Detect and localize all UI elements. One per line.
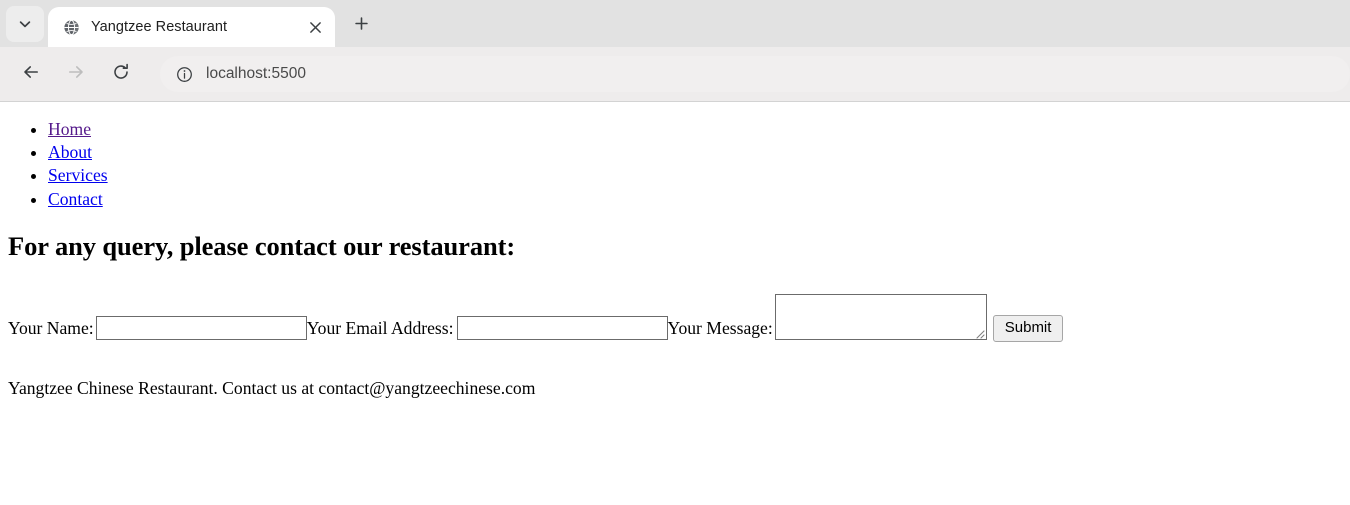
browser-toolbar: localhost:5500 (0, 47, 1350, 102)
nav-link-services[interactable]: Services (48, 165, 108, 185)
back-button[interactable] (15, 58, 47, 90)
arrow-right-icon (66, 62, 86, 87)
message-textarea[interactable] (774, 294, 987, 341)
email-input[interactable] (456, 316, 668, 341)
new-tab-button[interactable] (345, 10, 377, 42)
tab-title: Yangtzee Restaurant (91, 19, 228, 35)
info-circle-icon[interactable] (170, 60, 198, 88)
submit-button[interactable]: Submit (992, 314, 1064, 342)
nav-link-about[interactable]: About (48, 142, 92, 162)
nav-link-home[interactable]: Home (48, 119, 91, 139)
tab-strip: Yangtzee Restaurant (0, 0, 1350, 47)
close-icon[interactable] (303, 15, 327, 39)
list-item: Home (48, 118, 1342, 141)
browser-tab[interactable]: Yangtzee Restaurant (48, 7, 335, 47)
contact-form: Your Name: Your Email Address: Your Mess… (8, 294, 1342, 351)
list-item: Contact (48, 188, 1342, 211)
arrow-left-icon (21, 62, 41, 87)
reload-button[interactable] (105, 58, 137, 90)
list-item: Services (48, 164, 1342, 187)
message-field-wrapper (774, 294, 987, 351)
site-nav-list: Home About Services Contact (8, 118, 1342, 211)
email-label: Your Email Address: (306, 317, 454, 338)
browser-window: Yangtzee Restaurant localhost:5500 • Hom… (0, 0, 1350, 505)
address-bar[interactable]: localhost:5500 (160, 56, 1350, 92)
globe-icon (62, 18, 80, 36)
forward-button[interactable] (60, 58, 92, 90)
footer-contact-text: Yangtzee Chinese Restaurant. Contact us … (8, 378, 536, 399)
chevron-down-icon (17, 16, 33, 32)
plus-icon (354, 16, 369, 36)
page-content: Home About Services Contact For any quer… (0, 102, 1350, 503)
page-title: For any query, please contact our restau… (8, 230, 516, 261)
name-label: Your Name: (8, 317, 94, 338)
tab-search-button[interactable] (6, 6, 44, 42)
nav-link-contact[interactable]: Contact (48, 189, 103, 209)
reload-icon (111, 62, 131, 87)
list-item: About (48, 141, 1342, 164)
message-label: Your Message: (667, 317, 773, 338)
name-input[interactable] (95, 316, 307, 341)
url-text: localhost:5500 (206, 65, 306, 82)
